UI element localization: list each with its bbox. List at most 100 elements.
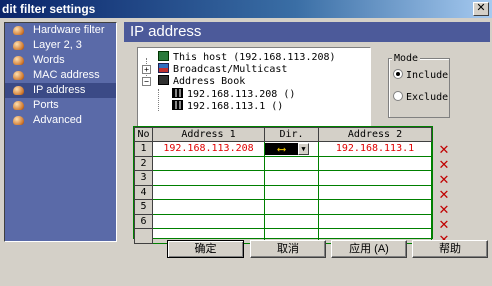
sidebar-item-hardware-filter[interactable]: Hardware filter xyxy=(5,23,116,38)
sidebar-item-layer-2-3[interactable]: Layer 2, 3 xyxy=(5,38,116,53)
filter-table: No Address 1 Dir. Address 2 1 192.168.11… xyxy=(133,126,433,244)
delete-row-icon[interactable]: ✕ xyxy=(438,188,450,201)
expand-toggle[interactable]: + xyxy=(142,65,151,74)
row-number xyxy=(134,228,153,244)
table-row[interactable]: 4 xyxy=(134,184,432,200)
address-tree[interactable]: + − This host (192.168.113.208) Broadcas… xyxy=(137,47,371,138)
sidebar-item-mac-address[interactable]: MAC address xyxy=(5,68,116,83)
sidebar-item-ports[interactable]: Ports xyxy=(5,98,116,113)
column-header-address-1: Address 1 xyxy=(152,127,265,142)
delete-row-icon[interactable]: ✕ xyxy=(438,218,450,231)
sidebar-item-label: Words xyxy=(33,54,65,66)
category-icon xyxy=(13,86,24,95)
collapse-toggle[interactable]: − xyxy=(142,77,151,86)
delete-row-icon[interactable]: ✕ xyxy=(438,158,450,171)
chevron-down-icon[interactable]: ▼ xyxy=(298,142,309,155)
sidebar-item-words[interactable]: Words xyxy=(5,53,116,68)
help-button[interactable]: 帮助 xyxy=(412,240,488,258)
tree-item-label: Broadcast/Multicast xyxy=(173,64,288,75)
address-1-cell[interactable]: 192.168.113.208 xyxy=(152,141,265,157)
table-header-row: No Address 1 Dir. Address 2 xyxy=(134,127,432,142)
sidebar-item-advanced[interactable]: Advanced xyxy=(5,113,116,128)
sidebar-item-label: IP address xyxy=(33,84,86,96)
direction-cell[interactable] xyxy=(264,184,319,200)
tree-item-address[interactable]: 192.168.113.208 () xyxy=(172,88,295,100)
direction-cell[interactable] xyxy=(264,199,319,215)
delete-row-icon[interactable]: ✕ xyxy=(438,203,450,216)
address-2-cell[interactable] xyxy=(318,213,432,229)
direction-cell[interactable] xyxy=(264,170,319,186)
direction-cell[interactable]: ⟷ ▼ xyxy=(264,141,319,157)
address-1-cell[interactable] xyxy=(152,184,265,200)
tree-item-label: Address Book xyxy=(173,76,246,87)
address-2-cell[interactable]: 192.168.113.1 xyxy=(318,141,432,157)
radio-selected-icon xyxy=(393,69,403,79)
direction-cell[interactable] xyxy=(264,155,319,171)
address-icon xyxy=(172,100,183,110)
radio-label: Include xyxy=(406,70,449,81)
row-number: 3 xyxy=(134,170,153,186)
address-book-icon xyxy=(158,75,169,85)
column-header-no: No xyxy=(134,127,153,142)
sidebar-item-ip-address[interactable]: IP address xyxy=(5,83,116,98)
category-icon xyxy=(13,71,24,80)
radio-label: Exclude xyxy=(406,92,449,103)
mode-legend: Mode xyxy=(392,53,421,64)
address-2-cell[interactable] xyxy=(318,199,432,215)
ok-button[interactable]: 确定 xyxy=(167,240,244,258)
table-row[interactable]: 5 xyxy=(134,199,432,215)
row-number: 1 xyxy=(134,141,153,157)
radio-unselected-icon xyxy=(393,91,403,101)
address-2-cell[interactable] xyxy=(318,184,432,200)
row-number: 2 xyxy=(134,155,153,171)
column-header-address-2: Address 2 xyxy=(318,127,432,142)
close-button[interactable]: ✕ xyxy=(473,2,489,16)
cancel-button[interactable]: 取消 xyxy=(250,240,326,258)
address-2-cell[interactable] xyxy=(318,170,432,186)
sidebar-item-label: Ports xyxy=(33,99,59,111)
address-1-cell[interactable] xyxy=(152,170,265,186)
window-title-bar: dit filter settings ✕ xyxy=(0,0,492,18)
address-1-cell[interactable] xyxy=(152,155,265,171)
category-icon xyxy=(13,41,24,50)
tree-item-this-host[interactable]: This host (192.168.113.208) xyxy=(158,51,336,63)
direction-cell[interactable] xyxy=(264,213,319,229)
row-number: 6 xyxy=(134,213,153,229)
tree-item-label: This host (192.168.113.208) xyxy=(173,52,336,63)
row-number: 5 xyxy=(134,199,153,215)
address-1-cell[interactable] xyxy=(152,199,265,215)
table-row[interactable]: 6 xyxy=(134,213,432,229)
window-title: dit filter settings xyxy=(2,2,96,16)
table-row[interactable]: 2 xyxy=(134,155,432,171)
computer-icon xyxy=(158,51,169,61)
tree-item-label: 192.168.113.208 () xyxy=(187,89,296,100)
row-number: 4 xyxy=(134,184,153,200)
bidirectional-arrow-icon: ⟷ xyxy=(265,142,298,155)
delete-row-icon[interactable]: ✕ xyxy=(438,173,450,186)
apply-button[interactable]: 应用 (A) xyxy=(331,240,407,258)
tree-connector xyxy=(158,89,159,111)
sidebar-item-label: Hardware filter xyxy=(33,24,105,36)
category-icon xyxy=(13,56,24,65)
category-icon xyxy=(13,26,24,35)
sidebar-item-label: MAC address xyxy=(33,69,100,81)
mode-exclude-radio[interactable]: Exclude xyxy=(393,91,448,105)
sidebar-item-label: Layer 2, 3 xyxy=(33,39,82,51)
address-icon xyxy=(172,88,183,98)
category-icon xyxy=(13,116,24,125)
sidebar: Hardware filter Layer 2, 3 Words MAC add… xyxy=(4,22,117,242)
delete-row-icon[interactable]: ✕ xyxy=(438,143,450,156)
address-1-cell[interactable] xyxy=(152,213,265,229)
tree-item-address-book[interactable]: Address Book xyxy=(158,75,245,87)
category-icon xyxy=(13,101,24,110)
mode-include-radio[interactable]: Include xyxy=(393,69,448,83)
address-2-cell[interactable] xyxy=(318,155,432,171)
sidebar-item-label: Advanced xyxy=(33,114,82,126)
page-title: IP address xyxy=(124,22,490,42)
tree-item-address[interactable]: 192.168.113.1 () xyxy=(172,100,283,112)
table-row[interactable]: 1 192.168.113.208 ⟷ ▼ 192.168.113.1 xyxy=(134,141,432,157)
tree-item-label: 192.168.113.1 () xyxy=(187,101,284,112)
tree-item-broadcast[interactable]: Broadcast/Multicast xyxy=(158,63,287,75)
column-header-direction: Dir. xyxy=(264,127,319,142)
table-row[interactable]: 3 xyxy=(134,170,432,186)
